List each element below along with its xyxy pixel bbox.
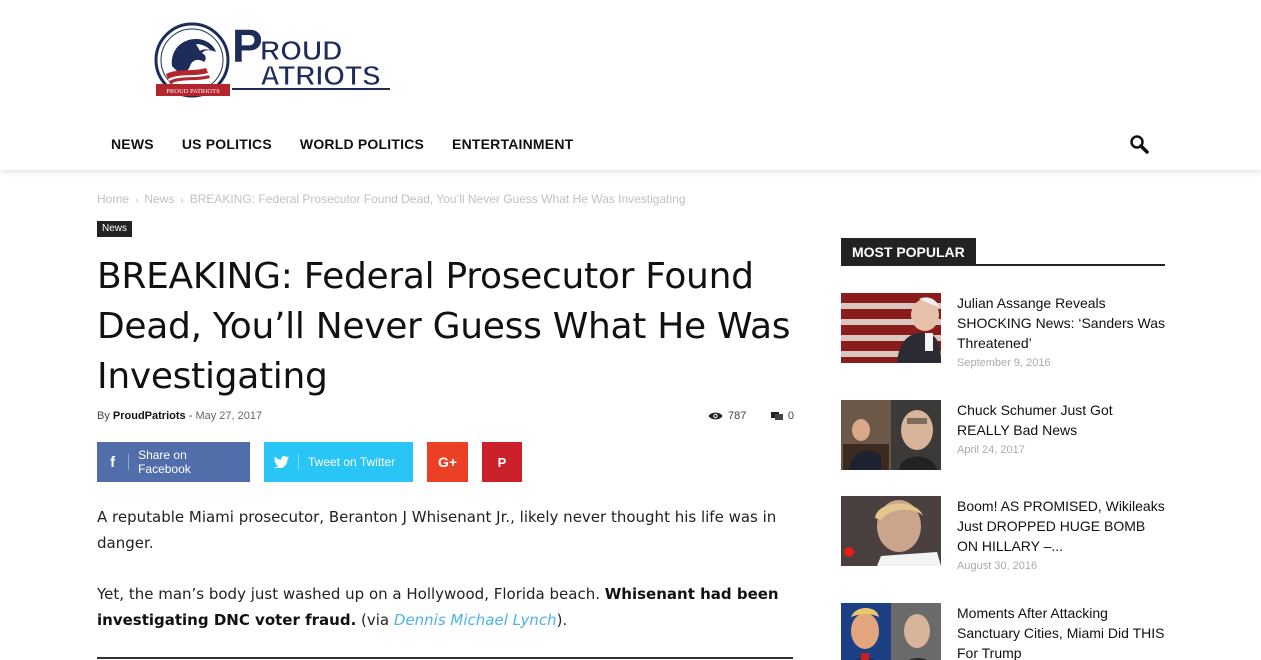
- logo-letter-p: P: [232, 22, 263, 72]
- nav-item-entertainment[interactable]: ENTERTAINMENT: [452, 136, 573, 152]
- pinterest-icon: P: [497, 454, 507, 470]
- breadcrumb: Home › News › BREAKING: Federal Prosecutor F…: [97, 192, 686, 206]
- share-facebook-label: Share on Facebook: [138, 448, 191, 476]
- breadcrumb-news[interactable]: News: [144, 192, 174, 206]
- article-title: BREAKING: Federal Prosecutor Found Dead,…: [97, 256, 791, 397]
- views-count: 787: [708, 410, 746, 422]
- ribbon-text: PROUD PATRIOTS: [166, 88, 220, 95]
- popular-date: April 24, 2017: [957, 444, 1025, 456]
- share-facebook-button[interactable]: f Share on Facebook: [97, 442, 250, 482]
- nav-item-world-politics[interactable]: WORLD POLITICS: [300, 136, 424, 152]
- site-header: PROUD PATRIOTS P ROUD ATRIOTS NEWS US PO…: [0, 0, 1261, 170]
- paragraph-2-via: (via: [356, 611, 394, 629]
- popular-title[interactable]: Boom! AS PROMISED, Wikileaks Just DROPPE…: [957, 496, 1167, 556]
- twitter-icon: [264, 442, 298, 482]
- comments-number: 0: [787, 410, 794, 422]
- popular-title[interactable]: Julian Assange Reveals SHOCKING News: ‘S…: [957, 293, 1167, 353]
- most-popular-label: MOST POPULAR: [841, 238, 976, 266]
- popular-title[interactable]: Moments After Attacking Sanctuary Cities…: [957, 603, 1167, 660]
- comments-count[interactable]: 0: [770, 410, 794, 422]
- breadcrumb-current: BREAKING: Federal Prosecutor Found Dead,…: [189, 192, 686, 206]
- article-paragraph-2: Yet, the man’s body just washed up on a …: [97, 581, 797, 633]
- share-twitter-button[interactable]: Tweet on Twitter: [264, 442, 413, 482]
- facebook-icon: f: [110, 453, 116, 471]
- nav-item-news[interactable]: NEWS: [111, 136, 154, 152]
- popular-thumbnail[interactable]: [841, 400, 941, 470]
- popular-thumbnail[interactable]: [841, 496, 941, 566]
- views-number: 787: [728, 410, 747, 422]
- byline-prefix: By: [97, 410, 110, 422]
- chevron-right-icon: ›: [180, 195, 184, 206]
- popular-title[interactable]: Chuck Schumer Just Got REALLY Bad News: [957, 400, 1167, 440]
- share-twitter-label: Tweet on Twitter: [308, 455, 396, 469]
- site-logo[interactable]: PROUD PATRIOTS P ROUD ATRIOTS: [152, 22, 394, 104]
- share-pinterest-button[interactable]: P: [482, 442, 522, 482]
- category-badge[interactable]: News: [97, 221, 133, 237]
- eye-icon: [708, 412, 723, 420]
- share-buttons: f Share on Facebook Tweet on Twitter G+ …: [97, 442, 522, 482]
- source-link[interactable]: Dennis Michael Lynch: [394, 611, 557, 629]
- article-meta: By ProudPatriots - May 27, 2017: [97, 410, 262, 422]
- most-popular-heading: MOST POPULAR: [841, 238, 1165, 266]
- popular-thumbnail[interactable]: [841, 293, 941, 363]
- breadcrumb-home[interactable]: Home: [97, 192, 129, 206]
- chevron-right-icon: ›: [135, 195, 139, 206]
- publish-date: May 27, 2017: [195, 410, 263, 422]
- share-googleplus-button[interactable]: G+: [427, 442, 468, 482]
- main-nav: NEWS US POLITICS WORLD POLITICS ENTERTAI…: [97, 126, 601, 162]
- logo-word-atriots: ATRIOTS: [260, 60, 381, 91]
- content-divider: [97, 657, 793, 659]
- popular-thumbnail[interactable]: [841, 603, 941, 660]
- article-paragraph-1: A reputable Miami prosecutor, Beranton J…: [97, 508, 777, 552]
- author-link[interactable]: ProudPatriots: [113, 410, 186, 422]
- comment-icon: [770, 412, 783, 420]
- paragraph-2-text: Yet, the man’s body just washed up on a …: [97, 585, 605, 603]
- date-separator: -: [188, 410, 193, 422]
- googleplus-icon: G+: [437, 454, 458, 470]
- paragraph-2-end: ).: [556, 611, 568, 629]
- popular-date: September 9, 2016: [957, 357, 1051, 369]
- article-stats: 787 0: [708, 410, 794, 422]
- popular-date: August 30, 2016: [957, 560, 1038, 572]
- nav-item-us-politics[interactable]: US POLITICS: [182, 136, 272, 152]
- search-icon[interactable]: [1128, 133, 1152, 157]
